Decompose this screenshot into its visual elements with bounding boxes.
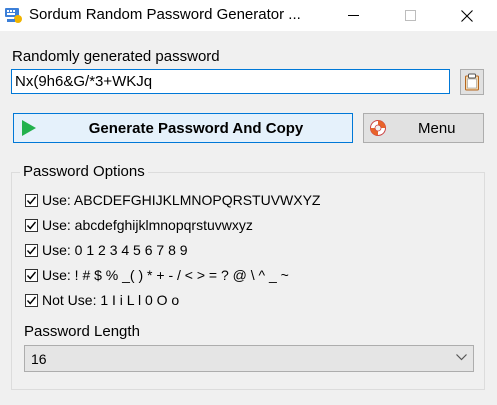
clipboard-icon [465, 73, 479, 91]
checkmark-icon [26, 196, 37, 205]
generate-password-button[interactable]: Generate Password And Copy [13, 113, 353, 143]
copy-clipboard-button[interactable] [460, 69, 484, 95]
minimize-button[interactable] [330, 0, 376, 31]
password-length-value: 16 [31, 351, 47, 367]
menu-button[interactable]: Menu [363, 113, 484, 143]
chevron-down-icon [456, 354, 467, 361]
option-symbols-checkbox[interactable] [25, 268, 38, 282]
option-uppercase[interactable]: Use: ABCDEFGHIJKLMNOPQRSTUVWXYZ [25, 191, 320, 209]
minimize-icon [347, 15, 359, 16]
checkmark-icon [26, 246, 37, 255]
generate-button-label: Generate Password And Copy [88, 120, 304, 137]
close-icon [461, 9, 473, 22]
option-digits-label: Use: 0 1 2 3 4 5 6 7 8 9 [42, 242, 188, 258]
app-icon [4, 5, 24, 25]
checkmark-icon [26, 271, 37, 280]
lifering-icon [370, 120, 386, 136]
password-options-title: Password Options [20, 163, 148, 180]
close-button[interactable] [444, 0, 490, 31]
window-title: Sordum Random Password Generator ... [29, 6, 301, 23]
option-exclude-similar-label: Not Use: 1 I i L l 0 O o [42, 292, 180, 308]
option-exclude-similar[interactable]: Not Use: 1 I i L l 0 O o [25, 291, 179, 309]
checkmark-icon [26, 296, 37, 305]
option-symbols-label: Use: ! # $ % _( ) * + - / < > = ? @ \ ^ … [42, 267, 289, 283]
option-exclude-similar-checkbox[interactable] [25, 293, 38, 307]
option-lowercase-label: Use: abcdefghijklmnopqrstuvwxyz [42, 217, 253, 233]
option-digits-checkbox[interactable] [25, 243, 38, 257]
password-length-label: Password Length [24, 323, 140, 340]
maximize-button[interactable] [387, 0, 433, 31]
checkmark-icon [26, 221, 37, 230]
option-lowercase[interactable]: Use: abcdefghijklmnopqrstuvwxyz [25, 216, 253, 234]
generated-password-label: Randomly generated password [12, 48, 220, 65]
title-bar: Sordum Random Password Generator ... [0, 0, 497, 31]
maximize-icon [404, 10, 416, 21]
menu-button-label: Menu [418, 120, 456, 137]
option-digits[interactable]: Use: 0 1 2 3 4 5 6 7 8 9 [25, 241, 188, 259]
option-symbols[interactable]: Use: ! # $ % _( ) * + - / < > = ? @ \ ^ … [25, 266, 289, 284]
option-lowercase-checkbox[interactable] [25, 218, 38, 232]
password-field[interactable] [11, 69, 450, 94]
option-uppercase-label: Use: ABCDEFGHIJKLMNOPQRSTUVWXYZ [42, 192, 321, 208]
password-length-select[interactable]: 16 [24, 345, 474, 372]
option-uppercase-checkbox[interactable] [25, 193, 38, 207]
